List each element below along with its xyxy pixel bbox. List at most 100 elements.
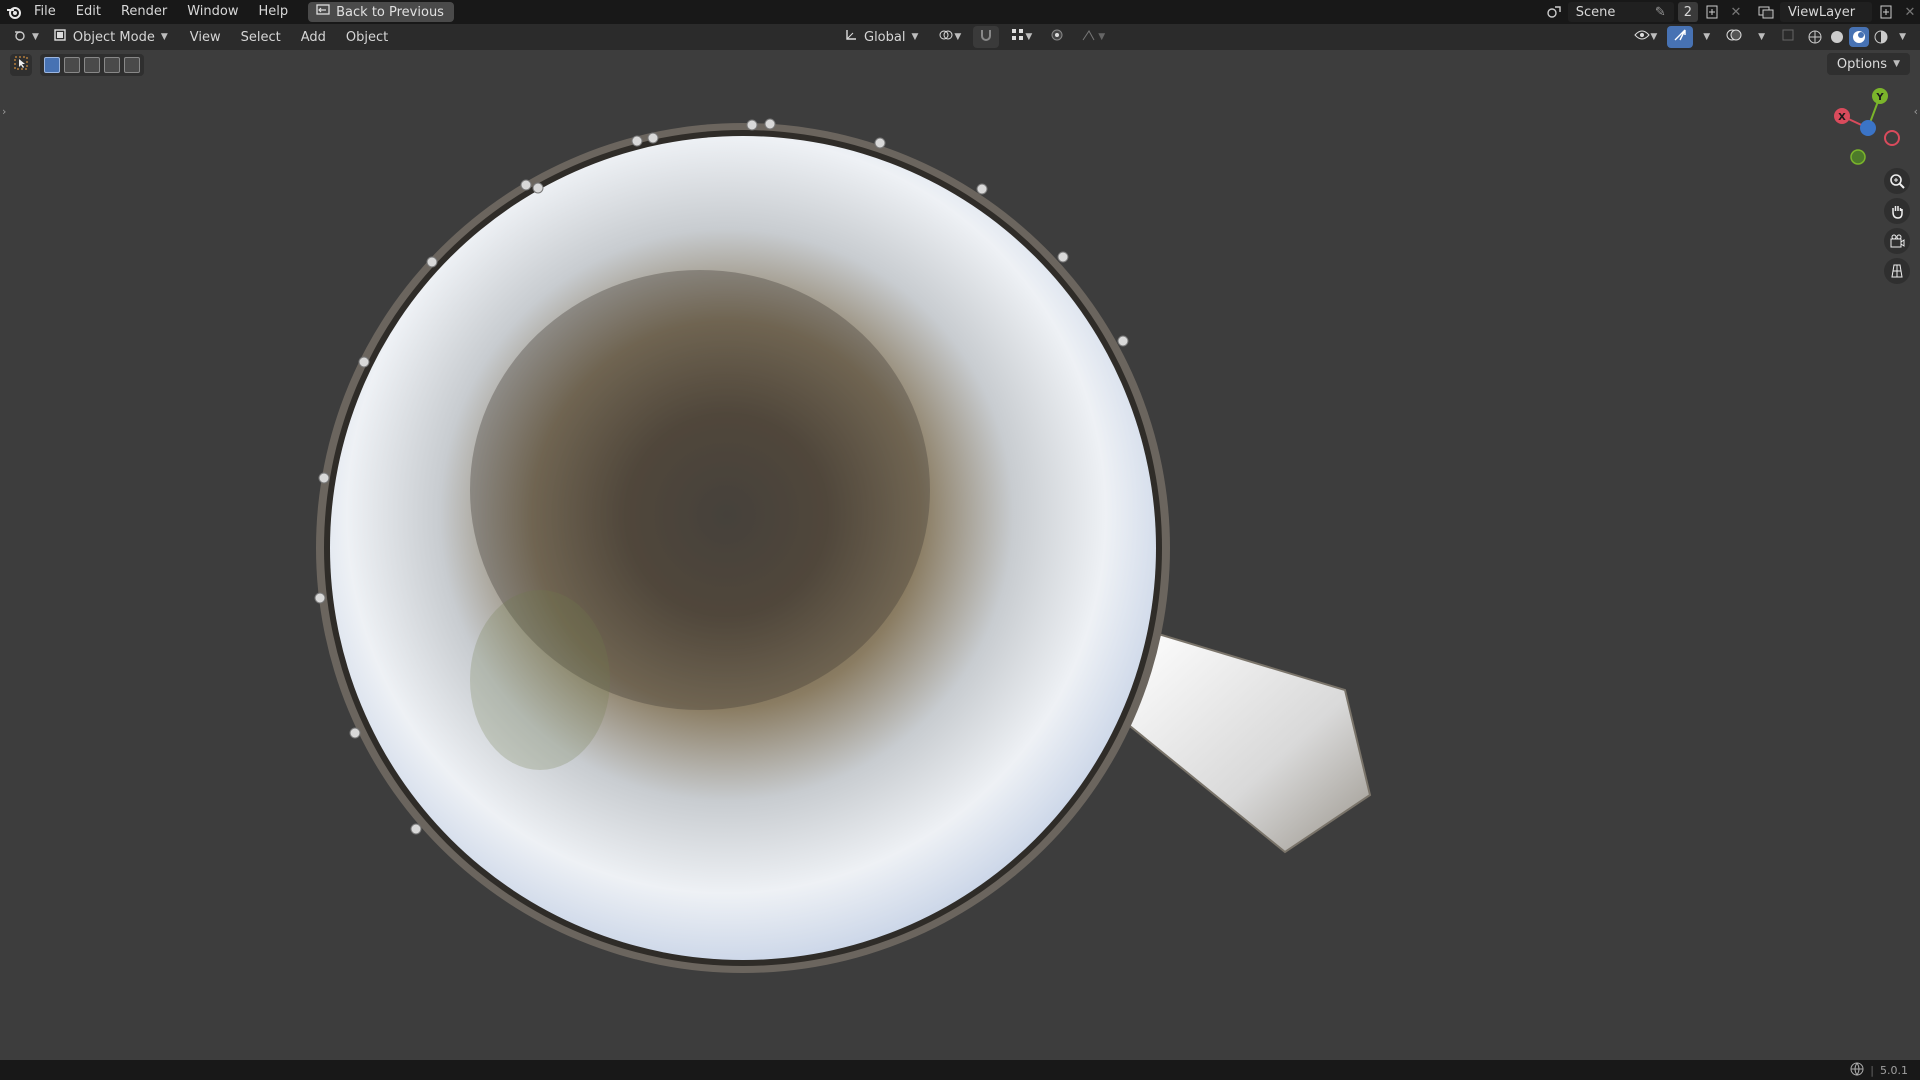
chevron-down-icon: ▼ bbox=[911, 32, 919, 42]
menu-render[interactable]: Render bbox=[111, 0, 177, 24]
menu-add[interactable]: Add bbox=[295, 26, 332, 48]
menu-window[interactable]: Window bbox=[177, 0, 248, 24]
viewport-scene[interactable] bbox=[0, 0, 1920, 1080]
scene-users-count[interactable]: 2 bbox=[1677, 2, 1698, 22]
view-layer-name: ViewLayer bbox=[1788, 4, 1856, 20]
menu-object[interactable]: Object bbox=[340, 26, 394, 48]
toolbar-expand-arrow-icon[interactable]: › bbox=[2, 105, 6, 118]
select-tool-button[interactable] bbox=[10, 54, 32, 76]
snap-toggle[interactable] bbox=[973, 26, 1000, 48]
object-mode-dropdown[interactable]: Object Mode ▼ bbox=[45, 26, 176, 48]
object-mode-label: Object Mode bbox=[72, 29, 155, 45]
gizmo-toggle[interactable] bbox=[1667, 26, 1694, 48]
rim-beads bbox=[314, 118, 1129, 835]
shading-dropdown[interactable]: ▼ bbox=[1893, 26, 1912, 48]
view-layer-selector-icon[interactable] bbox=[1756, 2, 1776, 22]
gizmo-z-axis bbox=[1860, 120, 1876, 136]
gizmo-neg-y bbox=[1850, 149, 1866, 165]
overlays-icon bbox=[1726, 28, 1742, 46]
mug-body[interactable] bbox=[316, 123, 1170, 973]
selection-mode-subtract[interactable] bbox=[84, 57, 100, 73]
options-label: Options bbox=[1836, 56, 1888, 72]
falloff-curve-icon bbox=[1082, 29, 1098, 45]
pan-hand-icon[interactable] bbox=[1884, 198, 1910, 224]
solid-shading-icon[interactable] bbox=[1827, 27, 1847, 47]
gizmo-neg-x bbox=[1884, 130, 1900, 146]
view-layer-field[interactable]: ViewLayer bbox=[1780, 2, 1872, 22]
overlays-dropdown[interactable]: ▼ bbox=[1752, 26, 1771, 48]
transform-orientation-dropdown[interactable]: Global ▼ bbox=[836, 26, 926, 48]
magnet-icon bbox=[979, 28, 993, 46]
tool-row bbox=[10, 52, 144, 78]
proportional-editing-toggle[interactable] bbox=[1044, 26, 1070, 48]
new-view-layer-icon[interactable] bbox=[1876, 2, 1896, 22]
selection-mode-intersect[interactable] bbox=[124, 57, 140, 73]
back-screen-icon bbox=[316, 4, 330, 20]
new-scene-icon[interactable] bbox=[1702, 2, 1722, 22]
globe-icon bbox=[1850, 1062, 1864, 1079]
overlays-toggle[interactable] bbox=[1720, 26, 1748, 48]
editor-type-dropdown[interactable]: ▼ bbox=[8, 26, 45, 48]
status-separator: | bbox=[1870, 1063, 1874, 1077]
status-bar: | 5.0.1 bbox=[0, 1060, 1920, 1080]
perspective-toggle-icon[interactable] bbox=[1884, 258, 1910, 284]
selection-mode-invert[interactable] bbox=[104, 57, 120, 73]
delete-view-layer-icon[interactable]: ✕ bbox=[1900, 2, 1920, 22]
chevron-down-icon: ▼ bbox=[954, 32, 962, 42]
snap-target-dropdown[interactable]: ▼ bbox=[1005, 26, 1038, 48]
gizmo-x-label: X bbox=[1838, 112, 1846, 123]
menu-view[interactable]: View bbox=[184, 26, 227, 48]
pivot-point-dropdown[interactable]: ▼ bbox=[932, 26, 967, 48]
selection-mode-new[interactable] bbox=[44, 57, 60, 73]
back-to-previous-label: Back to Previous bbox=[336, 4, 444, 20]
selection-mode-group bbox=[40, 54, 144, 76]
chevron-down-icon: ▼ bbox=[1098, 32, 1106, 42]
rendered-shading-icon[interactable] bbox=[1871, 27, 1891, 47]
chevron-down-icon: ▼ bbox=[1703, 32, 1711, 42]
pivot-icon bbox=[938, 28, 954, 46]
mug-handle[interactable] bbox=[1123, 631, 1372, 854]
chevron-down-icon: ▼ bbox=[1899, 32, 1906, 42]
material-preview-shading-icon[interactable] bbox=[1849, 27, 1870, 47]
orientation-label: Global bbox=[864, 29, 906, 45]
zoom-icon[interactable] bbox=[1884, 168, 1910, 194]
eye-icon bbox=[1634, 29, 1650, 45]
wireframe-shading-icon[interactable] bbox=[1805, 27, 1825, 47]
delete-scene-icon[interactable]: ✕ bbox=[1726, 2, 1746, 22]
selection-mode-extend[interactable] bbox=[64, 57, 80, 73]
scene-selector-icon[interactable] bbox=[1544, 2, 1564, 22]
cursor-arrow-icon bbox=[14, 56, 28, 74]
chevron-down-icon: ▼ bbox=[1893, 59, 1900, 69]
gizmo-y-label: Y bbox=[1875, 92, 1884, 103]
back-to-previous-button[interactable]: Back to Previous bbox=[308, 2, 454, 22]
blender-logo-icon[interactable] bbox=[4, 2, 24, 22]
gizmo-dropdown[interactable]: ▼ bbox=[1697, 26, 1716, 48]
top-menu-bar: File Edit Render Window Help Back to Pre… bbox=[0, 0, 1920, 24]
version-label: 5.0.1 bbox=[1880, 1063, 1908, 1077]
viewport-header: ▼ Object Mode ▼ View Select Add Object G… bbox=[0, 24, 1920, 50]
snap-grid-icon bbox=[1011, 28, 1025, 46]
proportional-falloff-dropdown[interactable]: ▼ bbox=[1076, 26, 1111, 48]
orientation-axes-icon bbox=[844, 28, 858, 46]
menu-edit[interactable]: Edit bbox=[66, 0, 111, 24]
menu-select[interactable]: Select bbox=[235, 26, 287, 48]
object-mode-icon bbox=[53, 28, 67, 46]
editor-type-icon bbox=[14, 28, 32, 46]
xray-icon bbox=[1781, 28, 1795, 46]
menu-help[interactable]: Help bbox=[249, 0, 299, 24]
proportional-icon bbox=[1050, 28, 1064, 46]
chevron-down-icon: ▼ bbox=[160, 32, 168, 42]
pin-icon[interactable]: ✎ bbox=[1655, 5, 1666, 20]
options-dropdown[interactable]: Options ▼ bbox=[1826, 53, 1910, 75]
chevron-down-icon: ▼ bbox=[1025, 32, 1033, 42]
scene-name: Scene bbox=[1575, 4, 1616, 20]
menu-file[interactable]: File bbox=[24, 0, 66, 24]
camera-view-icon[interactable] bbox=[1884, 228, 1910, 254]
chevron-down-icon: ▼ bbox=[1650, 32, 1658, 42]
xray-toggle[interactable] bbox=[1775, 26, 1801, 48]
scene-name-field[interactable]: Scene ✎ bbox=[1567, 2, 1674, 22]
gizmo-icon bbox=[1673, 28, 1687, 46]
navigation-gizmo[interactable]: X Y bbox=[1820, 84, 1920, 174]
visibility-dropdown[interactable]: ▼ bbox=[1628, 26, 1663, 48]
chevron-down-icon: ▼ bbox=[1758, 32, 1766, 42]
